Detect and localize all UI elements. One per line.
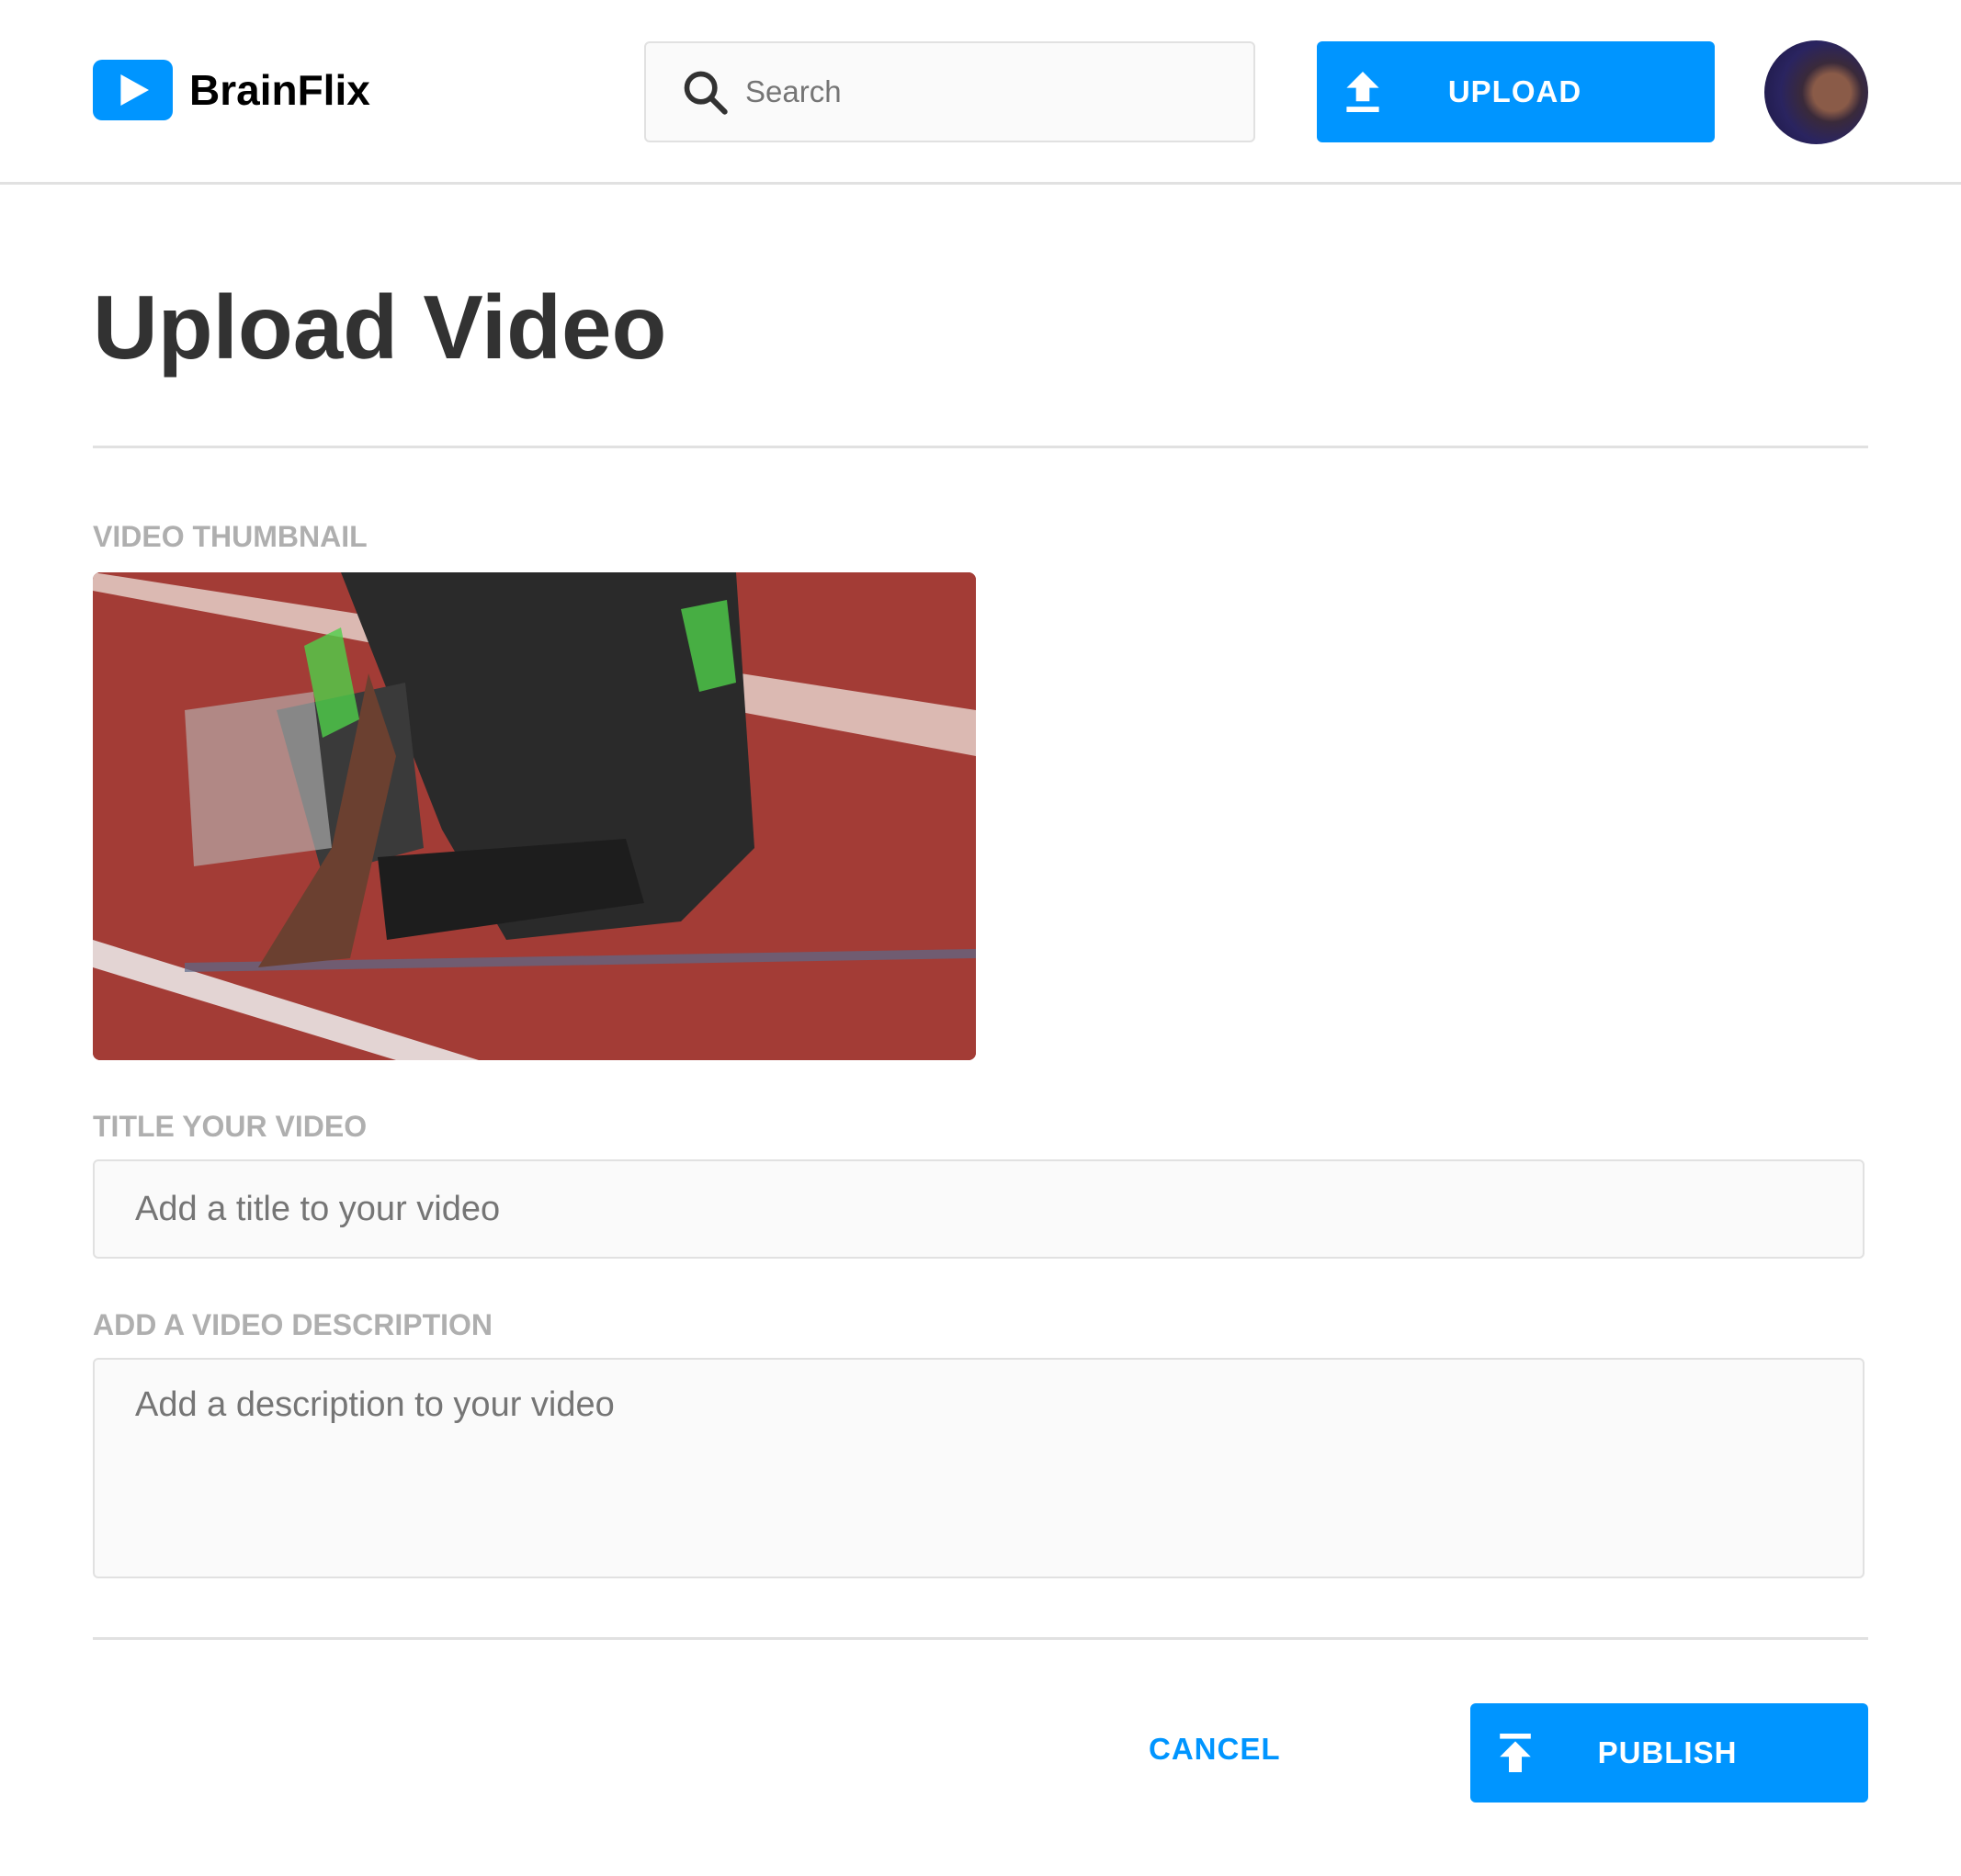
publish-icon [1500,1734,1531,1772]
publish-label: PUBLISH [1597,1735,1738,1769]
user-avatar[interactable] [1764,40,1868,144]
brand-name: BrainFlix [189,66,370,114]
description-label: ADD A VIDEO DESCRIPTION [93,1308,493,1341]
search-input[interactable] [743,73,1207,110]
upload-label: UPLOAD [1447,74,1582,108]
description-textarea[interactable] [93,1358,1865,1578]
upload-icon [1346,72,1379,112]
video-thumbnail [93,572,976,1060]
publish-button[interactable]: PUBLISH [1470,1703,1868,1803]
brand-logo[interactable]: BrainFlix [93,60,370,120]
play-icon [93,60,173,120]
page-title: Upload Video [93,277,667,378]
upload-button[interactable]: UPLOAD [1317,41,1715,142]
divider [93,446,1868,448]
search-icon [684,71,728,115]
title-label: TITLE YOUR VIDEO [93,1110,368,1143]
title-input[interactable] [93,1159,1865,1259]
divider [93,1637,1868,1640]
cancel-button[interactable]: CANCEL [1149,1732,1280,1767]
thumbnail-label: VIDEO THUMBNAIL [93,520,368,553]
search-box[interactable] [644,41,1255,142]
